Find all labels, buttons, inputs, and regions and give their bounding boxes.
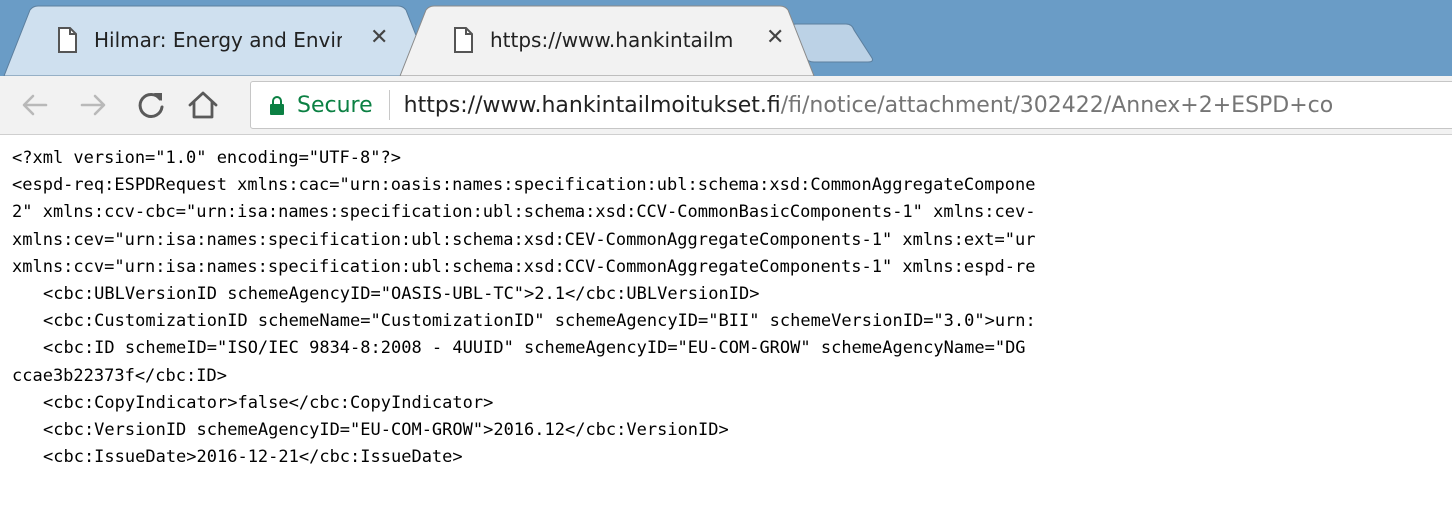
- lock-icon[interactable]: [269, 94, 285, 116]
- new-tab-button[interactable]: [796, 24, 868, 62]
- url-host: https://www.hankintailmoitukset.fi: [403, 92, 781, 118]
- tab-title: Hilmar: Energy and Envir: [94, 28, 342, 52]
- xml-line: <cbc:ID schemeID="ISO/IEC 9834-8:2008 - …: [43, 338, 1026, 359]
- address-bar[interactable]: Secure https://www.hankintailmoitukset.f…: [250, 81, 1452, 129]
- forward-arrow-icon[interactable]: [76, 88, 110, 122]
- secure-label[interactable]: Secure: [297, 93, 373, 118]
- xml-line: <cbc:IssueDate>2016-12-21</cbc:IssueDate…: [43, 447, 463, 468]
- omnibox-divider: [388, 90, 390, 120]
- xml-line: xmlns:ccv="urn:isa:names:specification:u…: [12, 256, 1036, 277]
- page-icon: [454, 27, 473, 53]
- xml-line: <espd-req:ESPDRequest xmlns:cac="urn:oas…: [12, 175, 1036, 196]
- xml-source-view: <?xml version="1.0" encoding="UTF-8"?> <e…: [0, 135, 1452, 471]
- page-content: <?xml version="1.0" encoding="UTF-8"?> <e…: [0, 135, 1452, 510]
- toolbar: Secure https://www.hankintailmoitukset.f…: [0, 76, 1452, 135]
- xml-line: xmlns:cev="urn:isa:names:specification:u…: [12, 229, 1036, 250]
- tab-title: https://www.hankintailm: [490, 28, 734, 52]
- back-arrow-icon[interactable]: [18, 88, 52, 122]
- home-icon[interactable]: [186, 88, 220, 122]
- tab-hilmar[interactable]: Hilmar: Energy and Envir ✕: [56, 24, 396, 56]
- xml-line: <?xml version="1.0" encoding="UTF-8"?>: [12, 148, 401, 168]
- xml-line: <cbc:UBLVersionID schemeAgencyID="OASIS-…: [43, 283, 760, 304]
- close-tab-icon[interactable]: ✕: [766, 27, 784, 49]
- tab-strip: Hilmar: Energy and Envir ✕ https://www.h…: [0, 0, 1452, 76]
- reload-icon[interactable]: [134, 88, 168, 122]
- xml-line: <cbc:VersionID schemeAgencyID="EU-COM-GR…: [43, 419, 729, 440]
- xml-line: <cbc:CustomizationID schemeName="Customi…: [43, 311, 1036, 332]
- xml-line: <cbc:CopyIndicator>false</cbc:CopyIndica…: [43, 392, 494, 413]
- close-tab-icon[interactable]: ✕: [370, 27, 388, 49]
- xml-line: ccae3b22373f</cbc:ID>: [12, 365, 227, 386]
- url-path: /fi/notice/attachment/302422/Annex+2+ESP…: [780, 92, 1334, 118]
- xml-line: 2" xmlns:ccv-cbc="urn:isa:names:specific…: [12, 202, 1036, 223]
- page-icon: [58, 27, 77, 53]
- tab-hankintailmoitukset[interactable]: https://www.hankintailm ✕: [452, 24, 784, 56]
